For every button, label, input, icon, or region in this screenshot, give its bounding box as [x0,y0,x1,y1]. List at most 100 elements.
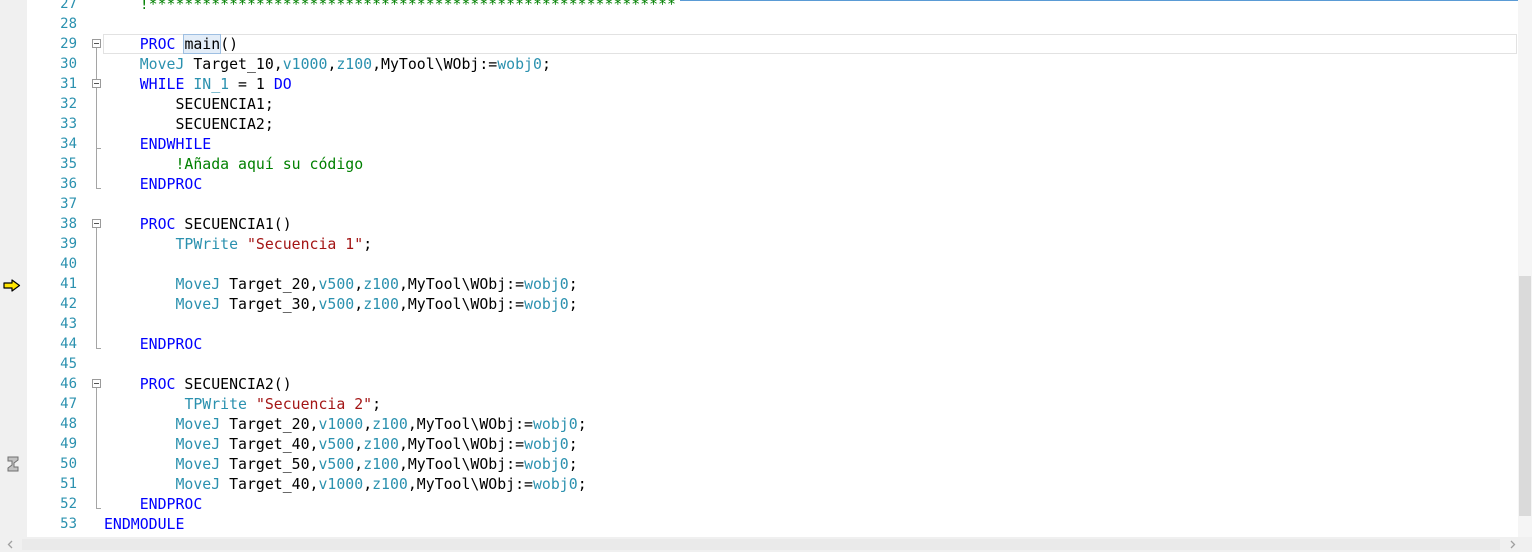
fold-guide-line [96,88,97,148]
code-line[interactable]: 40 [0,254,1518,274]
rapid-symbol-token: wobj0 [524,275,569,293]
chevron-left-icon[interactable] [6,540,15,549]
code-line[interactable]: 53 ENDMODULE [0,514,1518,534]
code-line[interactable]: 33 SECUENCIA2; [0,114,1518,134]
fold-end-tick [96,148,101,149]
code-token: , [354,275,364,293]
line-number: 34 [60,136,77,152]
vertical-scrollbar-thumb[interactable] [1519,276,1531,516]
code-line[interactable]: 37 [0,194,1518,214]
line-number: 27 [60,0,77,12]
code-text[interactable]: MoveJ Target_40,v500,z100,MyTool\WObj:=w… [104,434,578,454]
fold-collapse-icon[interactable] [92,39,101,48]
code-token: ; [541,55,551,73]
rapid-symbol-token: wobj0 [524,295,569,313]
code-line[interactable]: 45 [0,354,1518,374]
code-line[interactable]: 51 MoveJ Target_40,v1000,z100,MyTool\WOb… [0,474,1518,494]
line-number: 38 [60,216,77,232]
code-line[interactable]: 32 SECUENCIA1; [0,94,1518,114]
fold-collapse-icon[interactable] [92,79,101,88]
code-token: , [354,295,364,313]
code-text[interactable]: !***************************************… [104,0,676,14]
code-text[interactable]: ENDMODULE [104,514,184,534]
code-line[interactable]: 50 MoveJ Target_50,v500,z100,MyTool\WObj… [0,454,1518,474]
code-line[interactable]: 28 [0,14,1518,34]
code-text[interactable]: MoveJ Target_40,v1000,z100,MyTool\WObj:=… [104,474,587,494]
code-text[interactable]: MoveJ Target_50,v500,z100,MyTool\WObj:=w… [104,454,578,474]
code-token: ; [577,475,587,493]
code-line[interactable]: 41 MoveJ Target_20,v500,z100,MyTool\WObj… [0,274,1518,294]
code-text[interactable]: ENDPROC [104,174,203,194]
code-line[interactable]: 31 WHILE IN_1 = 1 DO [0,74,1518,94]
comment-token: !***************************************… [139,0,676,13]
code-text[interactable]: PROC SECUENCIA1() [104,214,292,234]
code-line[interactable]: 42 MoveJ Target_30,v500,z100,MyTool\WObj… [0,294,1518,314]
code-text[interactable]: ENDPROC [104,334,203,354]
chevron-right-icon[interactable] [1508,540,1517,549]
code-token: SECUENCIA2() [175,375,292,393]
rapid-symbol-token: wobj0 [524,455,569,473]
code-line[interactable]: 44 ENDPROC [0,334,1518,354]
code-text[interactable]: MoveJ Target_30,v500,z100,MyTool\WObj:=w… [104,294,578,314]
code-line[interactable]: 49 MoveJ Target_40,v500,z100,MyTool\WObj… [0,434,1518,454]
line-number: 37 [60,196,77,212]
code-token: SECUENCIA1; [104,95,274,113]
code-token: ; [372,395,382,413]
keyword-token: PROC [139,215,176,233]
code-line[interactable]: 35 !Añada aquí su código [0,154,1518,174]
code-line[interactable]: 48 MoveJ Target_20,v1000,z100,MyTool\WOb… [0,414,1518,434]
code-token: , [354,455,364,473]
keyword-token: PROC [139,375,176,393]
code-text[interactable]: MoveJ Target_20,v1000,z100,MyTool\WObj:=… [104,414,587,434]
code-line[interactable]: 30 MoveJ Target_10,v1000,z100,MyTool\WOb… [0,54,1518,74]
code-line[interactable]: 29 PROC main() [0,34,1518,54]
line-number: 42 [60,296,77,312]
code-line[interactable]: 46 PROC SECUENCIA2() [0,374,1518,394]
code-lines[interactable]: 27 !************************************… [0,0,1518,537]
code-token: Target_30, [220,295,319,313]
code-token: ,MyTool\WObj:= [372,55,498,73]
code-text[interactable]: ENDPROC [104,494,203,514]
code-editor[interactable]: 27 !************************************… [0,0,1518,537]
keyword-token: PROC [139,35,176,53]
code-line[interactable]: 36 ENDPROC [0,174,1518,194]
code-line[interactable]: 34 ENDWHILE [0,134,1518,154]
code-text[interactable]: PROC main() [104,34,238,54]
code-text[interactable]: WHILE IN_1 = 1 DO [104,74,292,94]
keyword-token: ENDWHILE [139,135,212,153]
line-number: 46 [60,376,77,392]
code-line[interactable]: 38 PROC SECUENCIA1() [0,214,1518,234]
fold-collapse-icon[interactable] [92,219,101,228]
code-text[interactable]: SECUENCIA2; [104,114,274,134]
code-text[interactable]: !Añada aquí su código [104,154,364,174]
code-token: Target_20, [220,415,319,433]
code-text[interactable]: PROC SECUENCIA2() [104,374,292,394]
rapid-symbol-token: wobj0 [524,435,569,453]
rapid-symbol-token: v1000 [318,415,364,433]
code-text[interactable]: TPWrite "Secuencia 2"; [104,394,381,414]
code-text[interactable]: MoveJ Target_20,v500,z100,MyTool\WObj:=w… [104,274,578,294]
code-text[interactable]: ENDWHILE [104,134,212,154]
code-text[interactable]: TPWrite "Secuencia 1"; [104,234,373,254]
keyword-token: DO [273,75,292,93]
code-line[interactable]: 39 TPWrite "Secuencia 1"; [0,234,1518,254]
horizontal-scrollbar[interactable] [0,537,1532,552]
code-line[interactable]: 27 !************************************… [0,0,1518,14]
code-token: SECUENCIA2; [104,115,274,133]
code-text[interactable]: SECUENCIA1; [104,94,274,114]
code-text[interactable]: MoveJ Target_10,v1000,z100,MyTool\WObj:=… [104,54,551,74]
code-token: ; [568,295,578,313]
fold-collapse-icon[interactable] [92,379,101,388]
horizontal-scrollbar-thumb[interactable] [22,539,1500,550]
code-line[interactable]: 47 TPWrite "Secuencia 2"; [0,394,1518,414]
code-line[interactable]: 52 ENDPROC [0,494,1518,514]
line-number: 32 [60,96,77,112]
code-line[interactable]: 43 [0,314,1518,334]
vertical-scrollbar[interactable] [1518,0,1532,537]
code-token: , [363,415,373,433]
